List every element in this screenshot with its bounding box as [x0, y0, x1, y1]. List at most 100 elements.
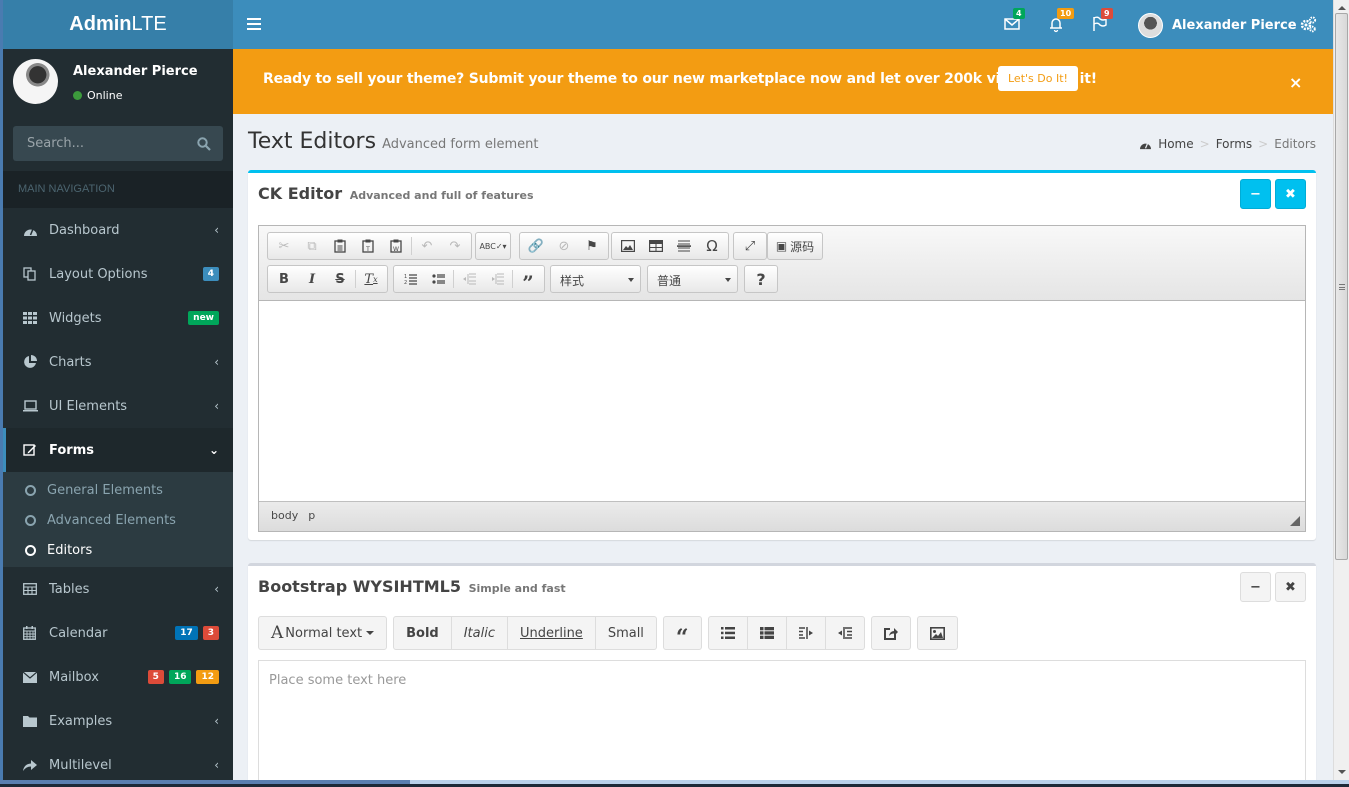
close-callout-button[interactable]: ×: [1289, 73, 1302, 92]
table-icon[interactable]: [642, 234, 670, 258]
collapse-button[interactable]: −: [1240, 572, 1271, 602]
bulleted-list-icon[interactable]: [424, 267, 452, 291]
blockquote-icon[interactable]: ”: [514, 267, 542, 295]
italic-button[interactable]: Italic: [451, 616, 508, 650]
copy-icon[interactable]: ⧉: [298, 234, 326, 258]
remove-button[interactable]: ✖: [1275, 572, 1306, 602]
indent-icon[interactable]: [483, 267, 511, 291]
wysihtml5-textarea[interactable]: [269, 673, 1295, 780]
page-title-text: Text Editors: [248, 129, 377, 154]
link-icon[interactable]: 🔗: [522, 234, 550, 258]
sidebar-subitem-advanced-elements[interactable]: Advanced Elements: [3, 505, 233, 535]
remove-button[interactable]: ✖: [1275, 179, 1306, 209]
bold-icon[interactable]: B: [270, 267, 298, 291]
underline-button[interactable]: Underline: [508, 616, 596, 650]
sidebar-subitem-general-elements[interactable]: General Elements: [3, 475, 233, 505]
sidebar-item-dashboard[interactable]: Dashboard ‹: [3, 208, 233, 252]
sidebar-item-examples[interactable]: Examples ‹: [3, 699, 233, 743]
sidebar-item-layout-options[interactable]: Layout Options 4: [3, 252, 233, 296]
sidebar-toggle-button[interactable]: [247, 15, 261, 33]
breadcrumb-separator: >: [1258, 137, 1269, 151]
redo-icon[interactable]: ↷: [441, 234, 469, 258]
styles-combo[interactable]: 样式: [550, 265, 641, 293]
maximize-icon[interactable]: ⤢: [736, 234, 764, 258]
scroll-down-arrow-icon[interactable]: [1338, 770, 1346, 774]
unordered-list-button[interactable]: [707, 616, 748, 650]
brand-logo[interactable]: AdminLTE: [3, 0, 233, 49]
help-button[interactable]: ?: [747, 267, 775, 291]
numbered-list-icon[interactable]: 12: [396, 267, 424, 291]
breadcrumb-home[interactable]: Home: [1158, 137, 1193, 151]
outdent-icon[interactable]: [455, 267, 483, 291]
sidebar-item-label: Charts: [49, 354, 92, 370]
outdent-button[interactable]: [786, 616, 826, 650]
special-char-omega-icon[interactable]: Ω: [698, 234, 726, 258]
sidebar-item-widgets[interactable]: Widgets new: [3, 296, 233, 340]
blockquote-button[interactable]: “: [662, 616, 702, 651]
resize-handle[interactable]: [1290, 516, 1300, 526]
scroll-up-arrow-icon[interactable]: [1338, 6, 1346, 10]
strike-icon[interactable]: S: [326, 267, 354, 291]
breadcrumb-forms[interactable]: Forms: [1216, 137, 1252, 151]
collapse-button[interactable]: −: [1240, 179, 1271, 209]
italic-icon[interactable]: I: [298, 267, 326, 291]
unlink-icon[interactable]: ⊘: [550, 234, 578, 258]
sidebar-item-forms[interactable]: Forms ⌄: [3, 428, 233, 472]
sidebar-search-button[interactable]: [197, 136, 211, 155]
files-icon: [23, 267, 43, 281]
messages-menu[interactable]: 4: [1001, 8, 1025, 36]
dashboard-icon: [1140, 142, 1152, 149]
format-combo[interactable]: 普通: [647, 265, 738, 293]
user-status[interactable]: Online: [73, 89, 122, 102]
paste-word-icon[interactable]: W: [382, 234, 410, 258]
sidebar-item-multilevel[interactable]: Multilevel ‹: [3, 743, 233, 780]
ordered-list-button[interactable]: [747, 616, 787, 650]
control-sidebar-toggle[interactable]: [1299, 15, 1317, 37]
breadcrumb: Home > Forms > Editors: [1139, 137, 1316, 151]
notifications-menu[interactable]: 10: [1045, 8, 1075, 36]
remove-format-icon[interactable]: Tx: [357, 267, 385, 291]
paste-icon[interactable]: [326, 234, 354, 258]
indent-button[interactable]: [825, 616, 865, 650]
ckeditor-content-area[interactable]: [259, 301, 1305, 501]
page-scrollbar[interactable]: [1333, 0, 1349, 780]
source-button[interactable]: ▣ 源码: [770, 234, 820, 258]
tasks-menu[interactable]: 9: [1089, 8, 1113, 36]
undo-icon[interactable]: ↶: [413, 234, 441, 258]
insert-link-button[interactable]: [870, 616, 911, 650]
image-icon[interactable]: [614, 234, 642, 258]
outdent-icon: [798, 627, 813, 639]
path-element-body[interactable]: body: [271, 509, 298, 524]
paste-text-icon[interactable]: T: [354, 234, 382, 258]
sidebar-subitem-editors[interactable]: Editors: [3, 535, 233, 565]
path-element-p[interactable]: p: [308, 509, 315, 524]
bold-button[interactable]: Bold: [393, 616, 452, 650]
scrollbar-thumb[interactable]: [1335, 13, 1348, 560]
cut-icon[interactable]: ✂: [270, 234, 298, 258]
page-title: Text Editors Advanced form element: [248, 129, 538, 154]
logo-light: LTE: [131, 13, 167, 35]
subitem-label: Editors: [47, 542, 93, 558]
insert-image-button[interactable]: [916, 616, 958, 650]
font-style-dropdown[interactable]: A Normal text: [258, 616, 388, 650]
sidebar-item-calendar[interactable]: Calendar 17 3: [3, 611, 233, 655]
taskbar-strip: [0, 780, 1349, 787]
sidebar-item-ui-elements[interactable]: UI Elements ‹: [3, 384, 233, 428]
user-menu[interactable]: Alexander Pierce: [1138, 12, 1297, 38]
count-badge: 5: [147, 670, 164, 684]
logo-bold: Admin: [69, 13, 132, 35]
small-button[interactable]: Small: [595, 616, 657, 650]
ckeditor-box: CK Editor Advanced and full of features …: [248, 170, 1316, 540]
ckeditor: ✂ ⧉ T W ↶ ↷ ABC✓▾ 🔗 ⊘ ⚑ Ω ⤢ ▣ 源码 B I S T…: [258, 225, 1306, 532]
paragraph-group: 12 ”: [393, 265, 545, 295]
sidebar-item-mailbox[interactable]: Mailbox 5 16 12: [3, 655, 233, 699]
horizontal-line-icon[interactable]: [670, 234, 698, 258]
chevron-left-icon: ‹: [214, 582, 219, 596]
lets-do-it-button[interactable]: Let's Do It!: [998, 66, 1078, 91]
anchor-flag-icon[interactable]: ⚑: [578, 234, 606, 258]
sidebar-search-input[interactable]: [13, 126, 183, 161]
sidebar-item-charts[interactable]: Charts ‹: [3, 340, 233, 384]
sidebar-item-tables[interactable]: Tables ‹: [3, 567, 233, 611]
spellcheck-icon[interactable]: ABC✓▾: [478, 234, 508, 258]
box-tools: − ✖: [1240, 179, 1306, 209]
